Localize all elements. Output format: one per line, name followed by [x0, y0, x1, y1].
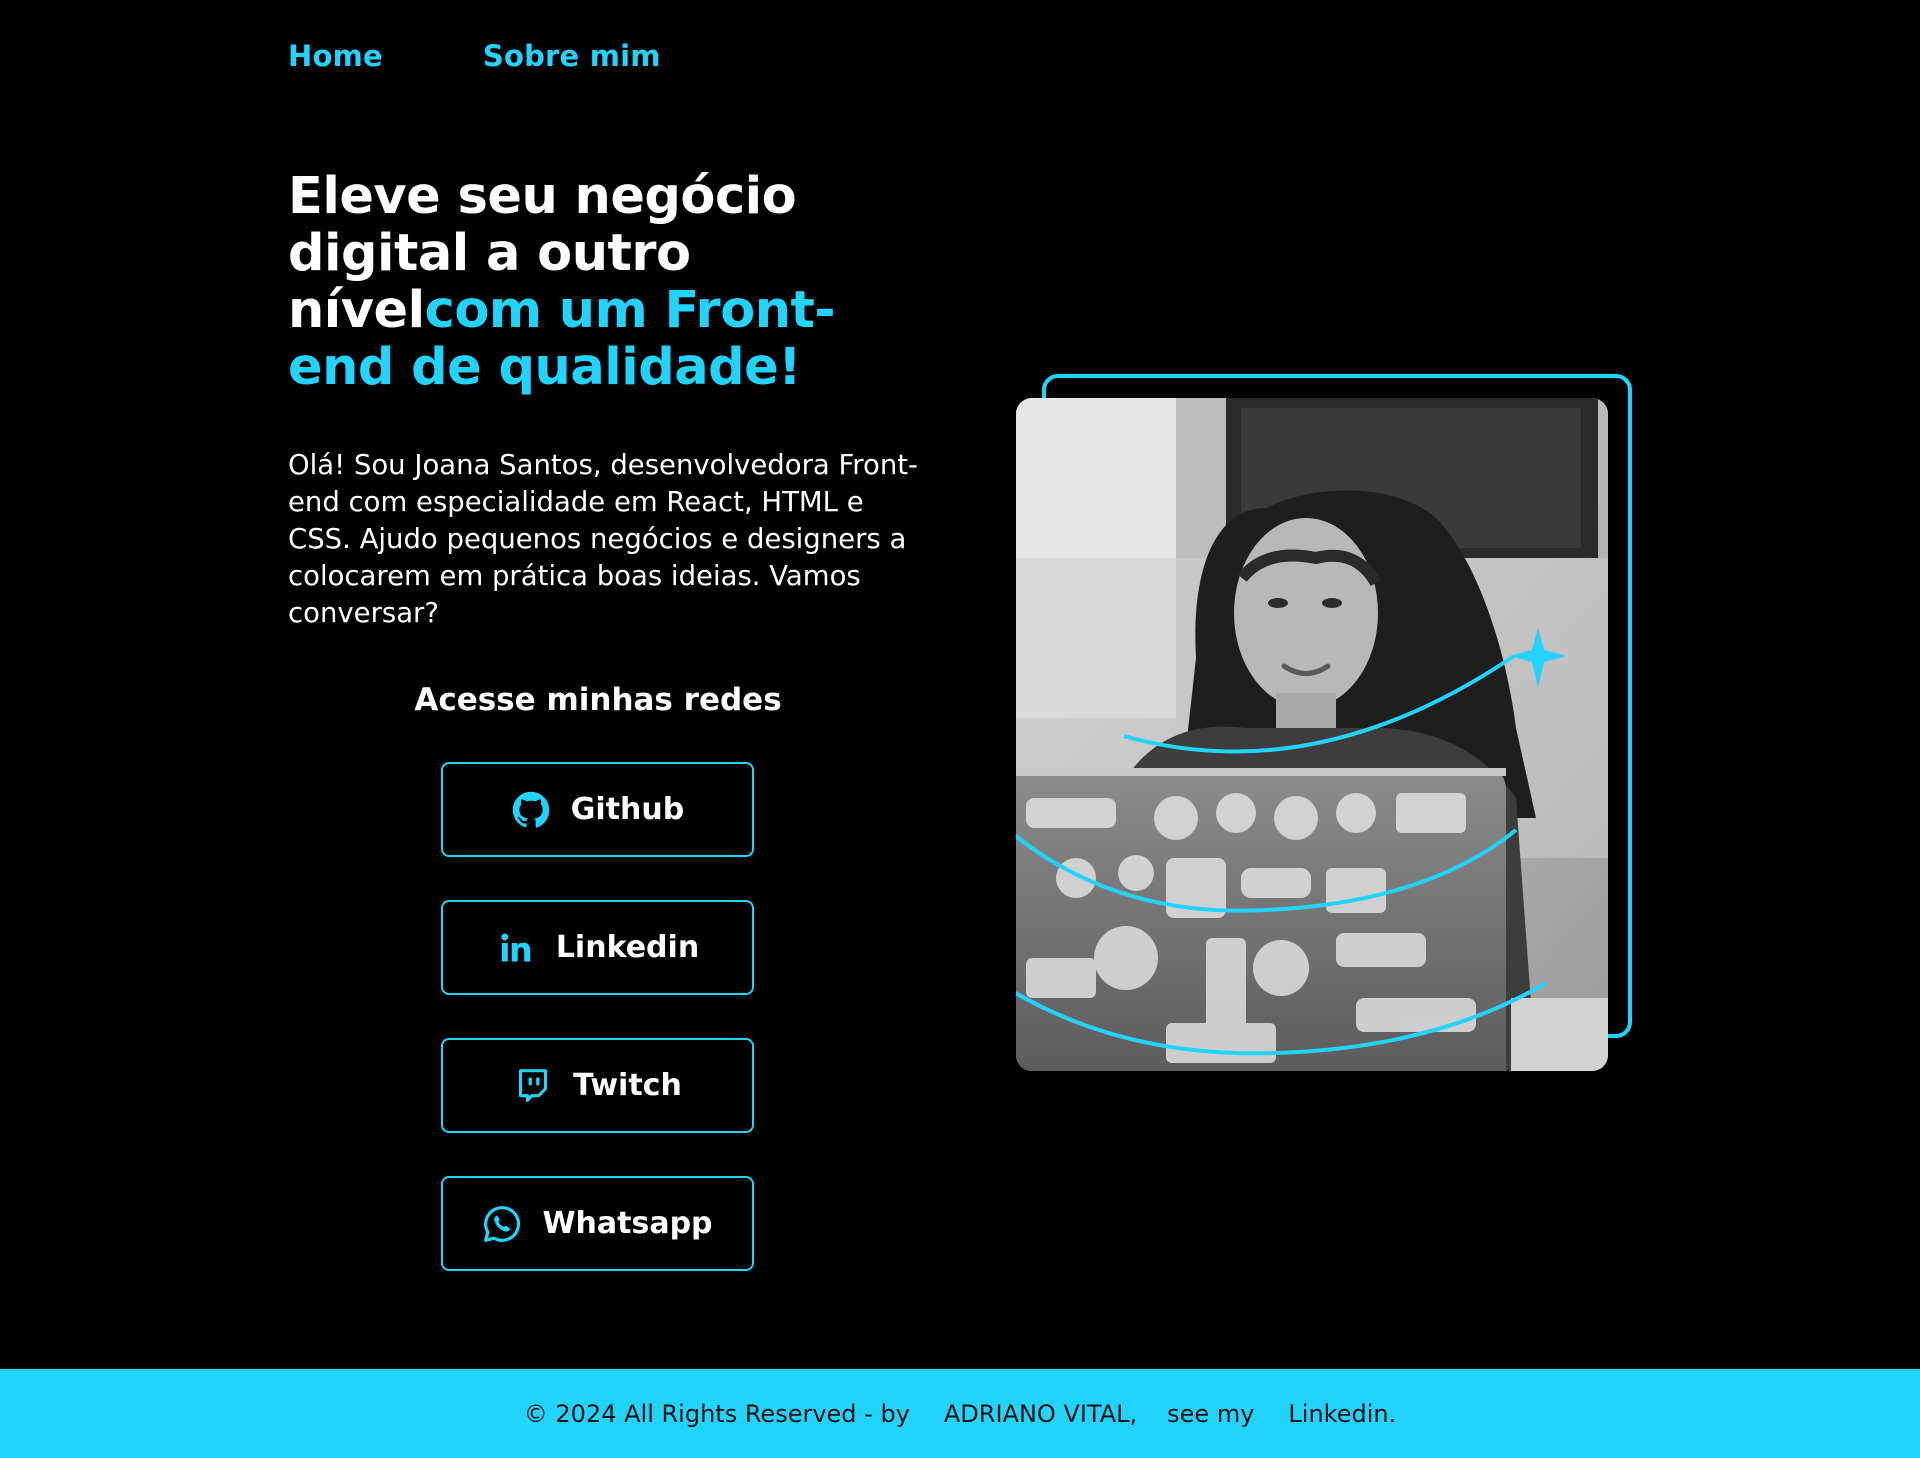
- twitch-icon: [513, 1066, 553, 1106]
- twitch-button[interactable]: Twitch: [441, 1038, 754, 1133]
- github-button[interactable]: Github: [441, 762, 754, 857]
- linkedin-label: Linkedin: [555, 930, 700, 965]
- profile-photo-container: [1014, 372, 1634, 1072]
- github-label: Github: [570, 792, 685, 827]
- nav-home-link[interactable]: Home: [288, 39, 383, 73]
- whatsapp-label: Whatsapp: [542, 1206, 713, 1241]
- footer-linkedin-link[interactable]: Linkedin.: [1288, 1400, 1396, 1428]
- footer-copyright: © 2024 All Rights Reserved - by: [523, 1399, 910, 1428]
- top-nav: Home Sobre mim: [288, 36, 661, 76]
- footer-author: ADRIANO VITAL,: [943, 1399, 1138, 1428]
- hero-title: Eleve seu negócio digital a outro nívelc…: [288, 168, 928, 396]
- whatsapp-icon: [482, 1204, 522, 1244]
- linkedin-button[interactable]: Linkedin: [441, 900, 754, 995]
- social-title: Acesse minhas redes: [414, 682, 782, 718]
- footer: © 2024 All Rights Reserved - by ADRIANO …: [0, 1369, 1920, 1458]
- intro-paragraph: Olá! Sou Joana Santos, desenvolvedora Fr…: [288, 449, 918, 629]
- github-icon: [511, 790, 551, 830]
- profile-photo: [1016, 398, 1608, 1071]
- whatsapp-button[interactable]: Whatsapp: [441, 1176, 754, 1271]
- footer-see-my: see my: [1167, 1399, 1255, 1428]
- linkedin-icon: [496, 928, 536, 968]
- nav-about-link[interactable]: Sobre mim: [483, 39, 661, 73]
- twitch-label: Twitch: [573, 1068, 682, 1103]
